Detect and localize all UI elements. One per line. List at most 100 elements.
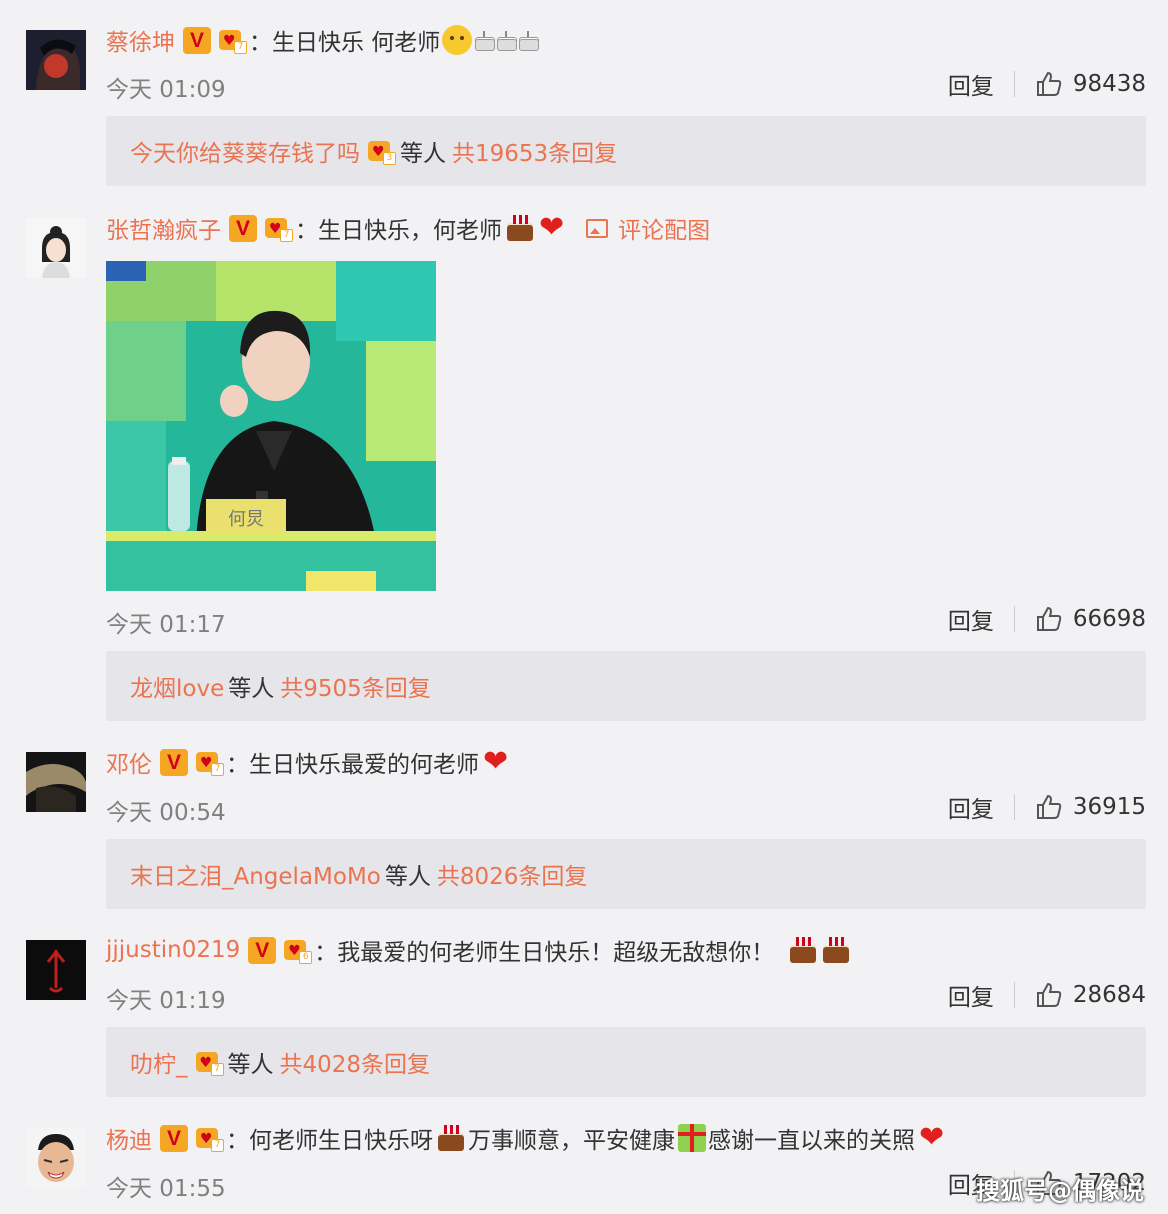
- reply-usernames[interactable]: 今天你给葵葵存钱了吗: [130, 134, 360, 168]
- comment-text: ：生日快乐，何老师: [295, 218, 502, 244]
- timestamp: 今天 01:19: [106, 988, 226, 1014]
- comment-header: 蔡徐坤 V ♥ 7 ：生日快乐 何老师: [106, 20, 540, 60]
- cake-emoji-icon: [474, 30, 496, 51]
- reply-count-link[interactable]: 共9505条回复: [280, 669, 431, 703]
- avatar[interactable]: [26, 30, 86, 90]
- reply-connector: 等人: [400, 141, 446, 167]
- cake-emoji-icon: [788, 935, 818, 965]
- crown-badge-icon: ♥ 6: [282, 936, 313, 964]
- reply-connector: 等人: [384, 864, 431, 890]
- cake-emoji-icon: [518, 30, 540, 51]
- comment-meta: 今天 01:09 回复 98438: [106, 66, 1146, 103]
- thinking-face-emoji-icon: [442, 25, 473, 55]
- reply-usernames[interactable]: 末日之泪_AngelaMoMo: [130, 857, 381, 891]
- like-thumb-icon[interactable]: [1035, 70, 1063, 98]
- comment-actions: 回复 28684: [948, 977, 1146, 1013]
- red-heart-emoji-icon: ❤: [483, 744, 509, 779]
- crown-badge-icon: ♥ 7: [217, 26, 247, 54]
- comment-actions: 回复 98438: [948, 66, 1146, 102]
- divider: [1013, 982, 1015, 1008]
- red-heart-emoji-icon: ❤: [539, 210, 565, 245]
- comment-photo[interactable]: 何炅: [106, 261, 436, 591]
- watermark: 搜狐号@偶像说: [976, 1177, 1144, 1205]
- like-count: 98438: [1072, 71, 1146, 97]
- crown-badge-icon: ♥ 3: [366, 137, 396, 165]
- avatar-image: [26, 1128, 86, 1188]
- comment-header: 杨迪 V ♥ 7 ：何老师生日快乐呀 万事顺意，平安健康 感谢一直以来的关照 ❤: [106, 1118, 944, 1158]
- username[interactable]: 蔡徐坤: [106, 23, 175, 57]
- reply-usernames[interactable]: 龙烟love: [130, 669, 224, 703]
- comment-text-continued: 万事顺意，平安健康: [468, 1128, 675, 1154]
- verified-v-icon: V: [160, 748, 188, 776]
- reply-connector: 等人: [227, 1052, 274, 1078]
- verified-v-icon: V: [229, 214, 257, 242]
- comment-actions: 回复 36915: [948, 789, 1146, 825]
- like-count: 36915: [1072, 794, 1146, 820]
- avatar-image: [26, 218, 86, 278]
- crown-badge-icon: ♥ 7: [263, 214, 293, 242]
- timestamp: 今天 01:55: [106, 1176, 226, 1202]
- divider: [1013, 71, 1015, 97]
- like-count: 28684: [1072, 982, 1146, 1008]
- comment-header: 邓伦 V ♥ 7 ：生日快乐最爱的何老师 ❤: [106, 742, 508, 782]
- username[interactable]: 张哲瀚疯子: [106, 211, 221, 245]
- avatar-image: [26, 30, 86, 90]
- reply-count-link[interactable]: 共8026条回复: [437, 857, 588, 891]
- comment-text: ：生日快乐最爱的何老师: [226, 752, 479, 778]
- avatar[interactable]: [26, 752, 86, 812]
- comment-text: ：生日快乐 何老师: [249, 30, 441, 56]
- avatar[interactable]: [26, 940, 86, 1000]
- comment-text: ：我最爱的何老师生日快乐！超级无敌想你！: [314, 940, 775, 966]
- timestamp: 今天 00:54: [106, 800, 226, 826]
- comment-image-link[interactable]: 评论配图: [586, 211, 710, 245]
- like-thumb-icon[interactable]: [1035, 793, 1063, 821]
- timestamp: 今天 01:09: [106, 77, 226, 103]
- avatar[interactable]: [26, 1128, 86, 1188]
- reply-button[interactable]: 回复: [948, 67, 994, 101]
- cake-emoji-icon: [436, 1123, 466, 1153]
- avatar[interactable]: [26, 218, 86, 278]
- avatar-image: [26, 752, 86, 812]
- reply-preview[interactable]: 叻柠_ ♥ 7 等人 共4028条回复: [106, 1027, 1146, 1097]
- gift-emoji-icon: [678, 1124, 706, 1152]
- comment-meta: 今天 01:19 回复 28684: [106, 977, 1146, 1014]
- username[interactable]: jjjustin0219: [106, 937, 240, 963]
- photo-nameplate: 何炅: [228, 509, 264, 530]
- comment-text-continued: 感谢一直以来的关照: [708, 1128, 915, 1154]
- comment-image-label: 评论配图: [618, 218, 711, 244]
- comment-actions: 回复 66698: [948, 601, 1146, 637]
- like-count: 66698: [1072, 606, 1146, 632]
- reply-preview[interactable]: 今天你给葵葵存钱了吗 ♥ 3 等人 共19653条回复: [106, 116, 1146, 186]
- like-thumb-icon[interactable]: [1035, 981, 1063, 1009]
- comment-header: 张哲瀚疯子 V ♥ 7 ：生日快乐，何老师 ❤ 评论配图: [106, 208, 710, 248]
- divider: [1013, 606, 1015, 632]
- crown-badge-icon: ♥ 7: [194, 1048, 224, 1076]
- image-icon: [586, 218, 609, 238]
- reply-button[interactable]: 回复: [948, 790, 994, 824]
- reply-usernames[interactable]: 叻柠_: [130, 1045, 188, 1079]
- username[interactable]: 邓伦: [106, 745, 152, 779]
- reply-button[interactable]: 回复: [948, 978, 994, 1012]
- cake-emoji-icon: [496, 30, 518, 51]
- comment-meta: 今天 01:17 回复 66698: [106, 601, 1146, 638]
- comment-meta: 今天 00:54 回复 36915: [106, 789, 1146, 826]
- comment-photo-image: 何炅: [106, 261, 436, 591]
- verified-v-icon: V: [160, 1124, 188, 1152]
- cake-emoji-icon: [821, 935, 851, 965]
- reply-preview[interactable]: 末日之泪_AngelaMoMo 等人 共8026条回复: [106, 839, 1146, 909]
- timestamp: 今天 01:17: [106, 612, 226, 638]
- reply-button[interactable]: 回复: [948, 602, 994, 636]
- like-thumb-icon[interactable]: [1035, 605, 1063, 633]
- verified-v-icon: V: [183, 26, 211, 54]
- avatar-image: [26, 940, 86, 1000]
- username[interactable]: 杨迪: [106, 1121, 152, 1155]
- comment-header: jjjustin0219 V ♥ 6 ：我最爱的何老师生日快乐！超级无敌想你！: [106, 930, 851, 970]
- reply-count-link[interactable]: 共4028条回复: [280, 1045, 431, 1079]
- reply-count-link[interactable]: 共19653条回复: [452, 134, 617, 168]
- cake-emoji-icon: [505, 213, 535, 243]
- reply-connector: 等人: [228, 676, 275, 702]
- reply-preview[interactable]: 龙烟love 等人 共9505条回复: [106, 651, 1146, 721]
- red-heart-emoji-icon: ❤: [919, 1120, 945, 1155]
- comment-text: ：何老师生日快乐呀: [226, 1128, 433, 1154]
- crown-badge-icon: ♥ 7: [194, 1124, 224, 1152]
